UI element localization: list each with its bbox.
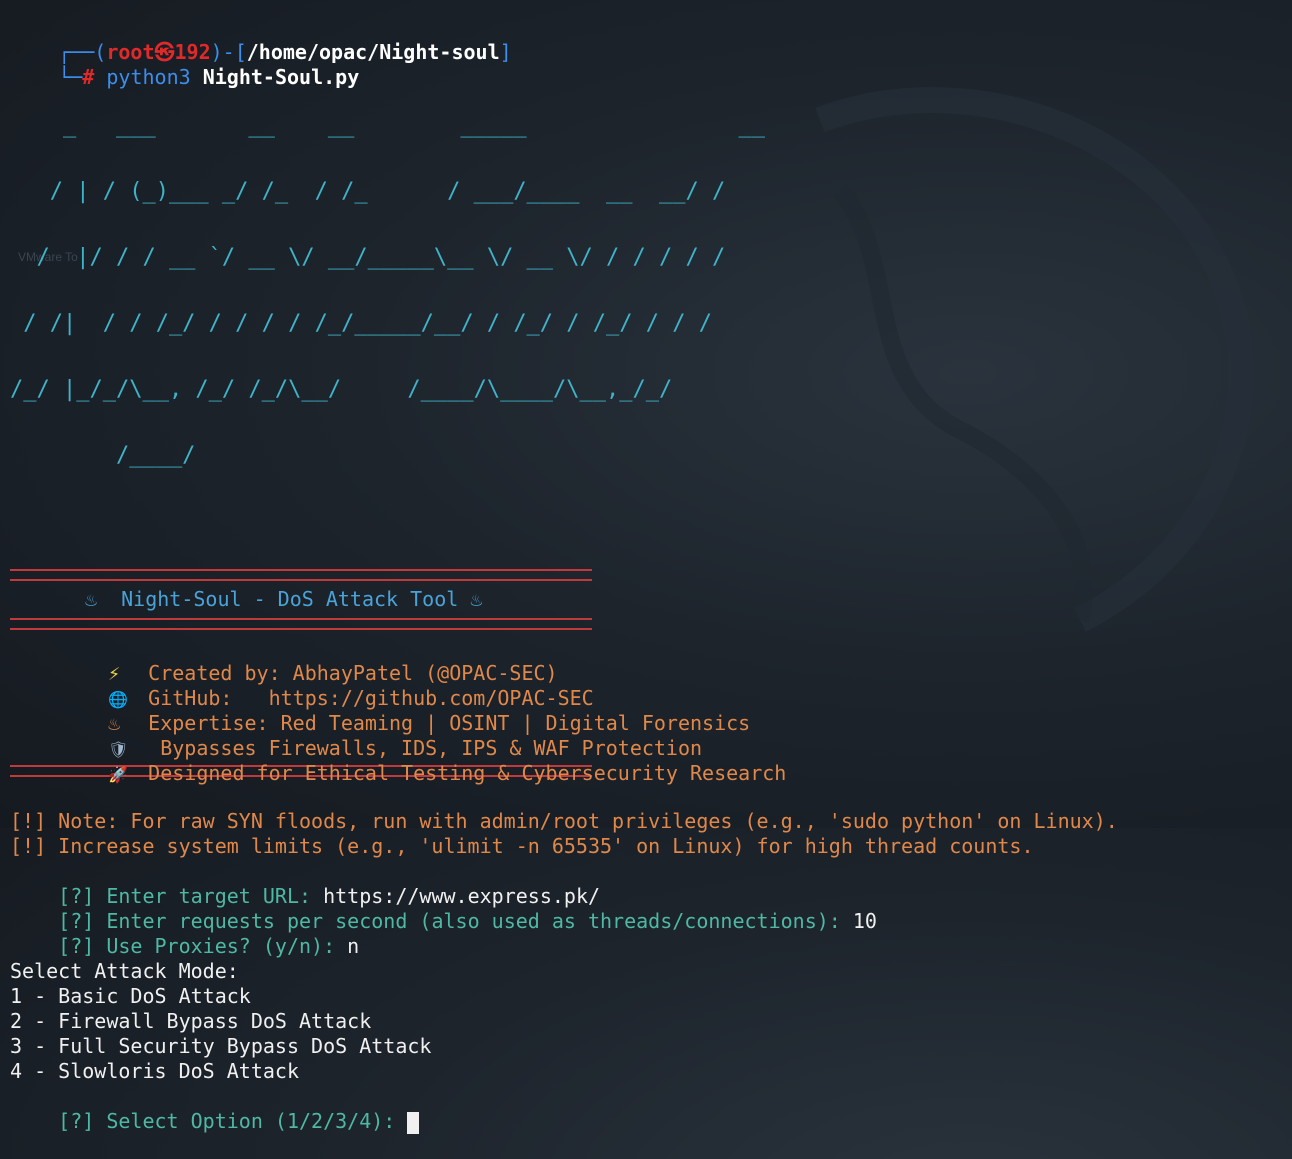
ascii-line: / /| / / /_/ / / / / /_/_____/__/ / /_/ …	[10, 311, 712, 336]
ascii-line: / | / (_)___ _/ /_ / /_ / ___/____ __ __…	[10, 179, 726, 204]
question-prompt: [?] Enter requests per second (also used…	[58, 909, 853, 933]
tool-title: ♨ Night-Soul - DoS Attack Tool ♨	[85, 587, 483, 611]
ascii-line: / |/ / / __ `/ __ \/ __/_____\__ \/ __ \…	[10, 245, 726, 270]
select-option-line[interactable]: [?] Select Option (1/2/3/4):	[10, 1084, 1280, 1134]
question-answer: n	[347, 934, 360, 958]
note-line: [!] Increase system limits (e.g., 'ulimi…	[10, 834, 1034, 858]
ascii-line: /____/	[10, 443, 196, 468]
menu-option: 1 - Basic DoS Attack	[10, 984, 251, 1008]
prompt-path: /home/opac/Night-soul	[246, 40, 500, 64]
info-created-by: ⚡ Created by: AbhayPatel (@OPAC-SEC)	[10, 636, 1280, 685]
question-target-url: [?] Enter target URL: https://www.expres…	[10, 859, 1280, 908]
question-answer: 10	[852, 909, 877, 933]
prompt-corner-bottom: └─	[58, 65, 83, 89]
menu-heading: Select Attack Mode:	[10, 959, 239, 983]
question-answer: https://www.express.pk/	[323, 884, 601, 908]
info-text: Bypasses Firewalls, IDS, IPS & WAF Prote…	[148, 736, 703, 760]
ascii-line: _ ___ __ __ _____ __	[10, 113, 765, 138]
info-text: Designed for Ethical Testing & Cybersecu…	[148, 761, 787, 785]
globe-icon: 🌐	[108, 690, 129, 709]
rocket-icon: 🚀	[108, 765, 129, 784]
prompt-corner: ┌──(	[58, 40, 107, 64]
menu-option: 3 - Full Security Bypass DoS Attack	[10, 1034, 432, 1058]
prompt-bracket-close: ]	[499, 40, 512, 64]
terminal-output: ┌──(root㉿192)-[/home/opac/Night-soul] └─…	[10, 15, 1280, 1134]
menu-option: 2 - Firewall Bypass DoS Attack	[10, 1009, 372, 1033]
command-arg: Night-Soul.py	[202, 65, 360, 89]
lightning-icon: ⚡	[108, 661, 121, 685]
prompt-line: ┌──(root㉿192)-[/home/opac/Night-soul]	[10, 15, 1280, 64]
fire-icon: ♨	[108, 711, 121, 735]
prompt-user: root	[106, 40, 155, 64]
separator-middle	[10, 618, 592, 630]
info-text: Created by: AbhayPatel (@OPAC-SEC)	[148, 661, 558, 685]
prompt-sep: )-[	[210, 40, 247, 64]
command-name: python3	[106, 65, 191, 89]
skull-icon: ㉿	[154, 40, 175, 64]
select-prompt: [?] Select Option (1/2/3/4):	[58, 1109, 408, 1133]
terminal-cursor[interactable]	[407, 1111, 420, 1134]
prompt-host: 192	[174, 40, 211, 64]
note-line: [!] Note: For raw SYN floods, run with a…	[10, 809, 1118, 833]
menu-option: 4 - Slowloris DoS Attack	[10, 1059, 299, 1083]
ascii-banner: _ ___ __ __ _____ __ / | / (_)___ _/ /_ …	[10, 71, 1280, 511]
shield-icon: 🛡	[108, 740, 129, 759]
question-prompt: [?] Use Proxies? (y/n):	[58, 934, 348, 958]
prompt-hash: #	[82, 65, 95, 89]
separator-top	[10, 569, 592, 581]
ascii-line: /_/ |_/_/\__, /_/ /_/\__/ /____/\____/\_…	[10, 377, 673, 402]
info-text: GitHub: https://github.com/OPAC-SEC	[148, 686, 594, 710]
info-text: Expertise: Red Teaming | OSINT | Digital…	[148, 711, 751, 735]
question-prompt: [?] Enter target URL:	[58, 884, 324, 908]
